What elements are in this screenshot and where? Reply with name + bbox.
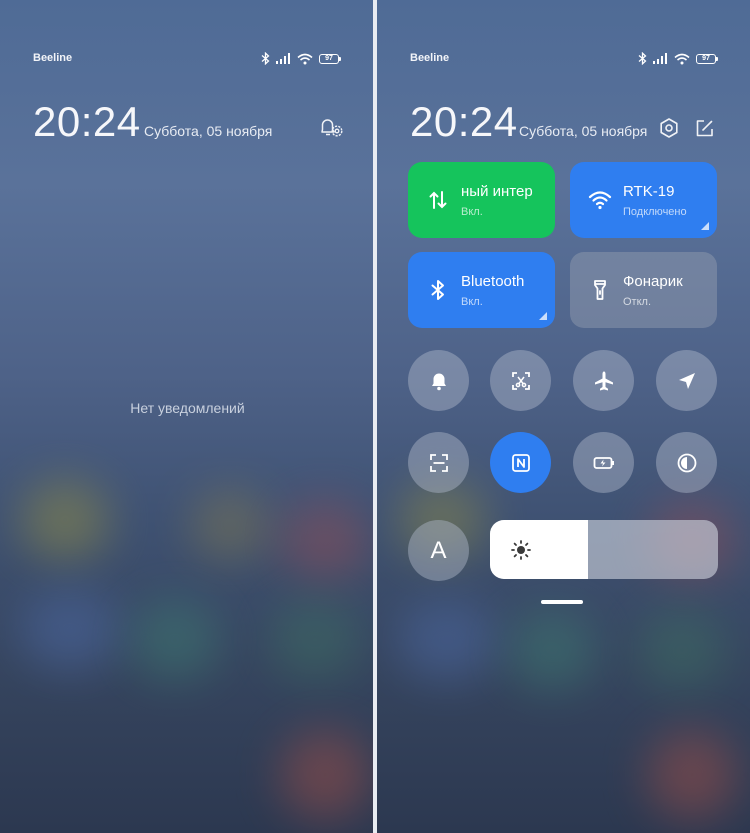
status-icons: 97 [638, 52, 718, 65]
wallpaper-blob [280, 730, 370, 820]
wifi-icon [588, 191, 612, 210]
battery-saver-icon [593, 456, 614, 469]
wallpaper-blob [130, 600, 220, 680]
bluetooth-tile[interactable]: Bluetooth Вкл. [408, 252, 555, 328]
date: Суббота, 05 ноября [519, 123, 648, 139]
date: Суббота, 05 ноября [144, 123, 273, 139]
bluetooth-icon [261, 52, 270, 65]
sound-toggle[interactable] [408, 350, 469, 411]
bluetooth-label: Bluetooth [461, 273, 525, 290]
auto-brightness-letter: A [430, 536, 447, 564]
wifi-icon [674, 53, 690, 64]
wifi-icon [297, 53, 313, 64]
notification-settings-icon[interactable] [318, 116, 344, 140]
wallpaper-blob [647, 730, 737, 820]
carrier-name: Beeline [410, 52, 450, 64]
flashlight-tile[interactable]: Фонарик Откл. [570, 252, 717, 328]
nfc-icon [511, 453, 530, 472]
screenshot-icon [511, 371, 530, 390]
bell-icon [431, 373, 446, 390]
wifi-label: RTK-19 [623, 183, 675, 200]
notification-shade: Beeline 97 20:24 Суббота, 05 ноября Нет … [0, 0, 373, 833]
wallpaper-blob [507, 610, 597, 690]
mobile-data-label: ный интер [461, 183, 533, 200]
expand-indicator [701, 222, 709, 230]
bluetooth-icon [638, 52, 647, 65]
wallpaper-blob [20, 480, 110, 560]
battery-icon: 97 [696, 53, 718, 64]
screenshot-toggle[interactable] [490, 350, 551, 411]
mobile-data-icon [429, 191, 447, 209]
location-toggle[interactable] [656, 350, 717, 411]
expand-indicator [539, 312, 547, 320]
dark-mode-toggle[interactable] [656, 432, 717, 493]
airplane-icon [594, 371, 613, 390]
carrier-name: Beeline [33, 52, 73, 64]
bluetooth-icon [431, 280, 444, 300]
brightness-slider[interactable] [490, 520, 718, 579]
flashlight-state: Откл. [623, 296, 652, 308]
wallpaper-blob [397, 600, 497, 680]
flashlight-icon [594, 280, 606, 300]
clock: 20:24 [33, 98, 141, 145]
status-bar: Beeline 97 [377, 50, 750, 70]
location-icon [678, 372, 695, 389]
flashlight-label: Фонарик [623, 273, 683, 290]
sun-icon [511, 540, 531, 560]
panel-handle[interactable] [541, 600, 583, 604]
status-icons: 97 [261, 52, 341, 65]
auto-brightness-button[interactable]: A [408, 520, 469, 581]
dark-mode-icon [677, 453, 696, 472]
scanner-toggle[interactable] [408, 432, 469, 493]
battery-icon: 97 [319, 53, 341, 64]
wallpaper-blob [637, 610, 727, 690]
bluetooth-state: Вкл. [461, 296, 483, 308]
signal-icon [276, 53, 290, 64]
mobile-data-state: Вкл. [461, 206, 483, 218]
mobile-data-tile[interactable]: ный интер Вкл. [408, 162, 555, 238]
battery-saver-toggle[interactable] [573, 432, 634, 493]
wifi-tile[interactable]: RTK-19 Подключено [570, 162, 717, 238]
wallpaper-blob [20, 590, 120, 670]
wallpaper-blob [280, 500, 370, 580]
control-center: Beeline 97 20:24 Суббота, 05 ноября ный … [377, 0, 750, 833]
signal-icon [653, 53, 667, 64]
status-bar: Beeline 97 [0, 50, 373, 70]
wifi-state: Подключено [623, 206, 687, 218]
wallpaper-blob [190, 490, 270, 560]
edit-icon[interactable] [694, 117, 716, 139]
airplane-toggle[interactable] [573, 350, 634, 411]
settings-icon[interactable] [658, 117, 680, 139]
wallpaper-blob [270, 600, 360, 680]
empty-notifications-text: Нет уведомлений [130, 400, 245, 416]
scanner-icon [429, 453, 448, 472]
nfc-toggle[interactable] [490, 432, 551, 493]
clock: 20:24 [410, 98, 518, 145]
brightness-fill [490, 520, 589, 579]
